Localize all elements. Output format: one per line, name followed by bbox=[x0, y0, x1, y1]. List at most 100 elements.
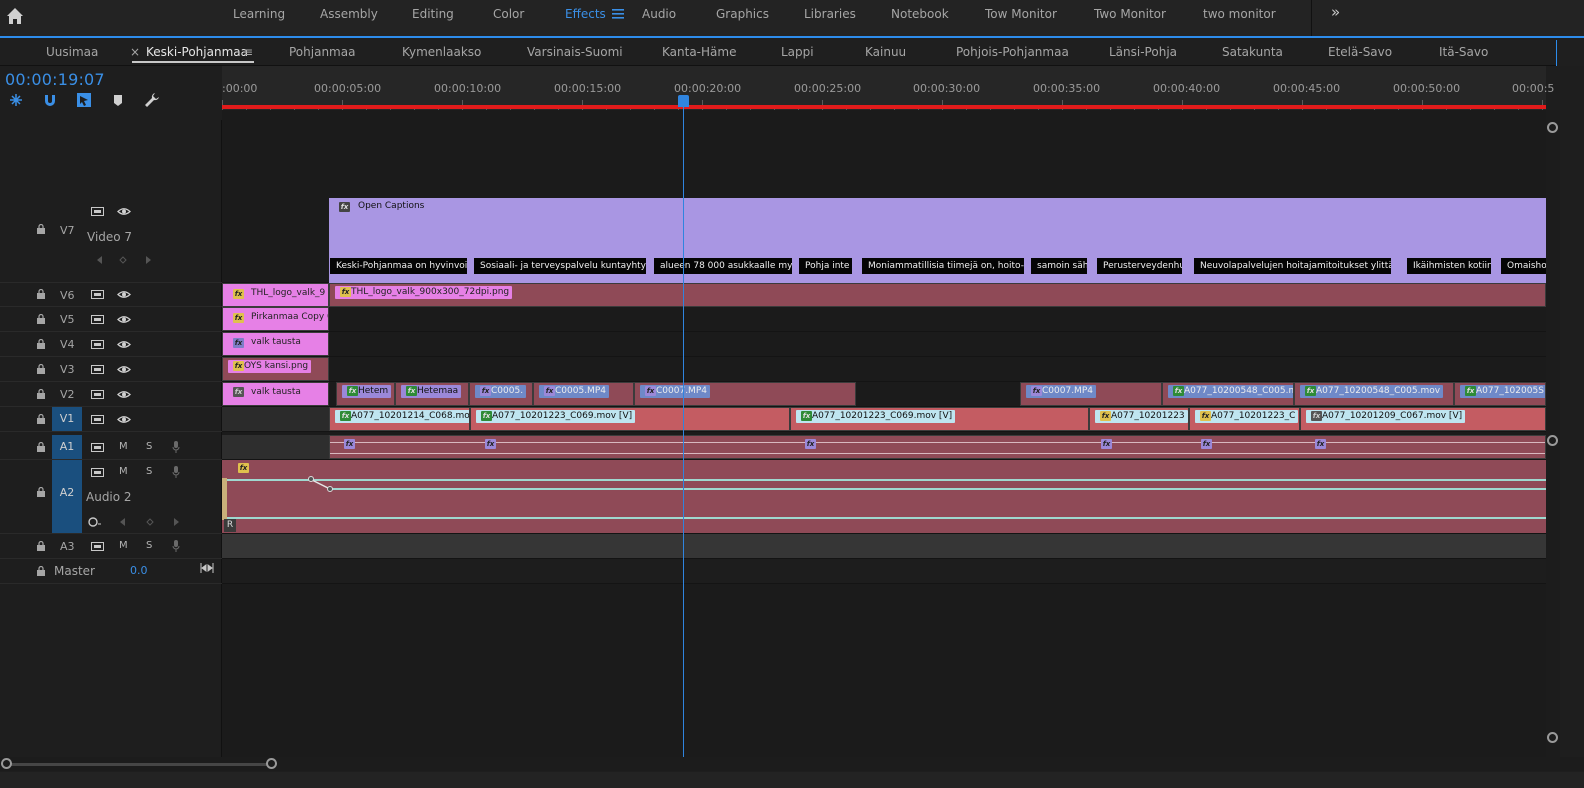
clip[interactable]: A077_10201214_C068.mov fx bbox=[329, 407, 470, 431]
clip[interactable]: fx Pirkanmaa Copy 0 bbox=[222, 307, 329, 331]
home-icon[interactable] bbox=[4, 5, 26, 27]
volume-line[interactable] bbox=[222, 517, 1546, 519]
audio-clip[interactable]: fx fx fx fx fx fx bbox=[329, 435, 1546, 459]
clip[interactable]: C0007.MP4 fx bbox=[1020, 382, 1162, 406]
eye-icon[interactable] bbox=[117, 315, 131, 324]
lock-icon[interactable] bbox=[36, 314, 46, 324]
sequence-tab-kymenlaakso[interactable]: Kymenlaakso bbox=[402, 45, 481, 59]
close-tab-icon[interactable]: × bbox=[130, 45, 140, 59]
clip[interactable]: Hetemaa fx bbox=[395, 382, 469, 406]
sequence-tab-keski-pohjanmaa[interactable]: Keski-Pohjanmaa bbox=[146, 45, 248, 59]
caption-segment[interactable]: Neuvolapalvelujen hoitajamitoitukset yli… bbox=[1194, 258, 1391, 274]
clip[interactable]: C0005.MP4 fx bbox=[533, 382, 634, 406]
sequence-tab-pohjanmaa[interactable]: Pohjanmaa bbox=[289, 45, 355, 59]
clip[interactable]: fx valk tausta bbox=[222, 332, 329, 356]
toggle-sync-lock-icon[interactable] bbox=[91, 542, 104, 551]
keyframe[interactable] bbox=[308, 476, 314, 482]
eye-icon[interactable] bbox=[117, 365, 131, 374]
toggle-sync-lock-icon[interactable] bbox=[91, 415, 104, 424]
source-patch-a1[interactable]: A1 bbox=[52, 435, 82, 459]
sequence-tab-kainuu[interactable]: Kainuu bbox=[865, 45, 906, 59]
toggle-sync-lock-icon[interactable] bbox=[91, 290, 104, 299]
volume-keyframe-icon[interactable] bbox=[88, 516, 102, 528]
workspace-tab-two-monitor[interactable]: two monitor bbox=[1203, 7, 1276, 21]
toggle-sync-lock-icon[interactable] bbox=[91, 468, 104, 477]
workspace-tab-learning[interactable]: Learning bbox=[233, 7, 285, 21]
zoom-handle-left[interactable] bbox=[1, 758, 12, 769]
microphone-icon[interactable] bbox=[172, 466, 180, 478]
sequence-tab-pohjois-pohjanmaa[interactable]: Pohjois-Pohjanmaa bbox=[956, 45, 1069, 59]
caption-segment[interactable]: Perusterveydenhu bbox=[1097, 258, 1182, 274]
tab-menu-icon[interactable]: ≡ bbox=[243, 45, 253, 59]
lock-icon[interactable] bbox=[36, 289, 46, 299]
workspace-tab-editing[interactable]: Editing bbox=[412, 7, 454, 21]
toggle-sync-lock-icon[interactable] bbox=[91, 207, 104, 216]
mute-button[interactable]: M bbox=[119, 540, 128, 551]
add-marker-icon[interactable] bbox=[110, 92, 126, 108]
sequence-tab-itä-savo[interactable]: Itä-Savo bbox=[1439, 45, 1488, 59]
track-v2[interactable]: fx valk tausta Hetem fx Hetemaa fx C0005… bbox=[222, 382, 1546, 407]
workspace-tab-color[interactable]: Color bbox=[493, 7, 524, 21]
workspace-tab-tow-monitor[interactable]: Tow Monitor bbox=[985, 7, 1057, 21]
linked-selection-icon[interactable] bbox=[76, 92, 92, 108]
track-v7[interactable]: fx Open Captions Keski-Pohjanmaa on hyvi… bbox=[222, 198, 1546, 283]
workspace-menu-icon[interactable] bbox=[611, 8, 625, 20]
workspace-tab-two-monitor[interactable]: Two Monitor bbox=[1094, 7, 1166, 21]
caption-segment[interactable]: Moniammatillisia tiimejä on, hoito-, pa bbox=[862, 258, 1024, 274]
caption-segment[interactable]: Omaishoi bbox=[1501, 258, 1546, 274]
track-v3[interactable]: OYS kansi.png fx bbox=[222, 357, 1546, 382]
track-a1[interactable]: fx fx fx fx fx fx bbox=[222, 435, 1546, 460]
source-patch-a2[interactable]: A2 bbox=[52, 460, 82, 533]
workspace-tab-effects[interactable]: Effects bbox=[565, 7, 606, 21]
source-patch-v1[interactable]: V1 bbox=[52, 407, 82, 431]
track-v1[interactable]: A077_10201214_C068.mov fx A077_10201223_… bbox=[222, 407, 1546, 432]
sequence-tab-uusimaa[interactable]: Uusimaa bbox=[46, 45, 98, 59]
mute-button[interactable]: M bbox=[119, 466, 128, 477]
solo-button[interactable]: S bbox=[146, 540, 152, 551]
eye-icon[interactable] bbox=[117, 390, 131, 399]
lock-icon[interactable] bbox=[36, 487, 46, 497]
nest-sequence-icon[interactable] bbox=[8, 92, 24, 108]
track-v4[interactable]: fx valk tausta bbox=[222, 332, 1546, 357]
vertical-zoom-handle-top[interactable] bbox=[1547, 122, 1558, 133]
eye-icon[interactable] bbox=[117, 207, 131, 216]
timeline-settings-wrench-icon[interactable] bbox=[144, 92, 160, 108]
track-name[interactable]: Audio 2 bbox=[86, 490, 132, 504]
microphone-icon[interactable] bbox=[172, 540, 180, 552]
vertical-zoom-handle-bottom[interactable] bbox=[1547, 732, 1558, 743]
sequence-tab-kanta-häme[interactable]: Kanta-Häme bbox=[662, 45, 736, 59]
workspace-tab-audio[interactable]: Audio bbox=[642, 7, 676, 21]
caption-segment[interactable]: alueen 78 000 asukkaalle myö bbox=[654, 258, 792, 274]
clip[interactable]: A077_10201223_C fx bbox=[1189, 407, 1300, 431]
track-a3[interactable] bbox=[222, 534, 1546, 559]
clip[interactable]: A077_102005S fx bbox=[1454, 382, 1546, 406]
lock-icon[interactable] bbox=[36, 364, 46, 374]
lock-icon[interactable] bbox=[36, 541, 46, 551]
lock-icon[interactable] bbox=[36, 339, 46, 349]
sequence-tab-lappi[interactable]: Lappi bbox=[781, 45, 814, 59]
clip[interactable]: fx THL_logo_valk_9 bbox=[222, 283, 329, 307]
solo-button[interactable]: S bbox=[146, 466, 152, 477]
caption-segment[interactable]: samoin sähi bbox=[1031, 258, 1087, 274]
mute-button[interactable]: M bbox=[119, 441, 128, 452]
clip[interactable]: OYS kansi.png fx bbox=[222, 357, 329, 381]
scroll-thumb[interactable] bbox=[6, 763, 272, 766]
workspace-tab-notebook[interactable]: Notebook bbox=[891, 7, 949, 21]
clip[interactable]: A077_10201223_C069.mov [V] fx bbox=[470, 407, 790, 431]
clip[interactable]: Hetem fx bbox=[336, 382, 395, 406]
playhead-timecode[interactable]: 00:00:19:07 bbox=[5, 70, 105, 89]
sequence-tab-etelä-savo[interactable]: Etelä-Savo bbox=[1328, 45, 1392, 59]
clip[interactable]: C0007.MP4 fx bbox=[634, 382, 856, 406]
clip[interactable]: fx valk tausta bbox=[222, 382, 329, 406]
eye-icon[interactable] bbox=[117, 415, 131, 424]
caption-segment[interactable]: Ikäihmisten kotiin bbox=[1407, 258, 1491, 274]
caption-segment[interactable]: Keski-Pohjanmaa on hyvinvoiva bbox=[330, 258, 467, 274]
time-ruler[interactable]: :00:00 00:00:05:00 00:00:10:00 00:00:15:00 0… bbox=[222, 66, 1554, 110]
lock-icon[interactable] bbox=[36, 566, 46, 576]
toggle-sync-lock-icon[interactable] bbox=[91, 365, 104, 374]
toggle-sync-lock-icon[interactable] bbox=[91, 443, 104, 452]
zoom-handle-right[interactable] bbox=[266, 758, 277, 769]
lock-icon[interactable] bbox=[36, 224, 46, 234]
keyframe[interactable] bbox=[327, 486, 333, 492]
keyframe-navigation-icon[interactable] bbox=[94, 254, 154, 266]
